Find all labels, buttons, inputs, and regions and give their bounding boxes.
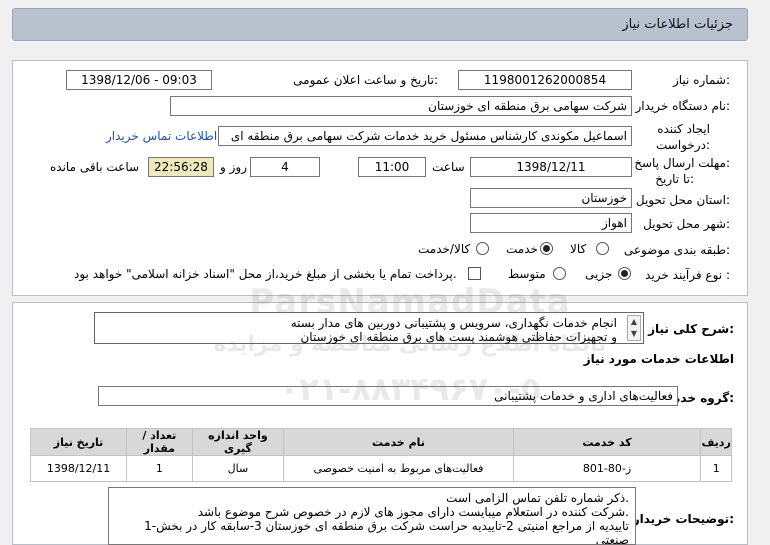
- cell-row: 1: [700, 455, 732, 482]
- page-title: جزئیات اطلاعات نیاز: [622, 17, 733, 32]
- category-service-label: خدمت: [506, 242, 538, 256]
- deadline-time-field[interactable]: 11:00: [358, 157, 426, 177]
- col-unit: واحد اندازه گیری: [191, 428, 285, 456]
- buyer-notes-label: توضیحات خریدار:: [632, 512, 734, 526]
- category-radio-service[interactable]: [540, 242, 553, 255]
- remaining-time-field[interactable]: 22:56:28: [148, 157, 214, 177]
- need-number-label: شماره نیاز:: [672, 73, 730, 87]
- category-radio-goods[interactable]: [596, 242, 609, 255]
- category-goods-label: کالا: [570, 242, 587, 256]
- service-group-field[interactable]: فعالیت‌های اداری و خدمات پشتیبانی: [98, 386, 678, 406]
- note-line-4: صنعتی: [595, 533, 629, 545]
- province-field[interactable]: خوزستان: [470, 188, 632, 208]
- summary-label: شرح کلی نیاز:: [648, 322, 734, 336]
- deadline-label-2: تا تاریخ:: [655, 172, 694, 186]
- buyer-notes-box[interactable]: ذکر شماره تلفن تماس الزامی است. شرکت کنن…: [108, 487, 636, 545]
- col-need-date: تاریخ نیاز: [29, 428, 128, 456]
- purchase-radio-minor[interactable]: [618, 267, 631, 280]
- services-table: تاریخ نیاز تعداد / مقدار واحد اندازه گیر…: [29, 428, 732, 482]
- treasury-note: پرداخت تمام یا بخشی از مبلغ خرید،از محل …: [74, 267, 457, 281]
- summary-line-2: و تجهیزات حفاظتی هوشمند پست های برق منطق…: [300, 330, 617, 344]
- cell-unit: سال: [191, 455, 285, 482]
- treasury-checkbox[interactable]: [468, 267, 481, 280]
- note-line-1: ذکر شماره تلفن تماس الزامی است.: [446, 491, 629, 505]
- cell-service-name: فعالیت‌های مربوط به امنیت خصوصی: [283, 455, 514, 482]
- summary-scrollbar[interactable]: ▲ ▼: [627, 315, 641, 341]
- purchase-medium-label: متوسط: [508, 267, 546, 281]
- province-label: استان محل تحویل:: [635, 193, 730, 207]
- note-line-2: شرکت کننده در استعلام میبایست دارای مجوز…: [197, 505, 629, 519]
- creator-label-2: درخواست:: [656, 138, 710, 152]
- deadline-label-1: مهلت ارسال پاسخ:: [634, 156, 730, 170]
- deadline-date-field[interactable]: 1398/12/11: [470, 157, 632, 177]
- col-service-name: نام خدمت: [283, 428, 514, 456]
- category-goods-service-label: کالا/خدمت: [418, 242, 471, 256]
- creator-field[interactable]: اسماعیل مکوندی کارشناس مسئول خرید خدمات …: [218, 126, 632, 146]
- city-field[interactable]: اهواز: [470, 213, 632, 233]
- col-row: ردیف: [700, 428, 732, 456]
- summary-line-1: انجام خدمات نگهداری، سرویس و پشتیبانی دو…: [290, 316, 617, 330]
- days-label: روز و: [220, 160, 247, 174]
- buyer-contact-link[interactable]: اطلاعات تماس خریدار: [106, 129, 217, 143]
- days-remaining-field[interactable]: 4: [250, 157, 320, 177]
- buyer-org-field[interactable]: شرکت سهامی برق منطقه ای خوزستان: [170, 96, 632, 116]
- purchase-minor-label: جزیی: [585, 267, 613, 281]
- note-line-3: 1-تاییدیه از مراجع امنیتی 2-تاییدیه حراس…: [144, 519, 629, 533]
- page-header: جزئیات اطلاعات نیاز: [12, 8, 748, 41]
- announce-date-label: تاریخ و ساعت اعلان عمومی:: [293, 73, 438, 87]
- category-radio-goods-service[interactable]: [476, 242, 489, 255]
- city-label: شهر محل تحویل:: [643, 217, 730, 231]
- creator-label-1: ایجاد کننده: [657, 122, 710, 136]
- category-label: طبقه بندی موضوعی:: [623, 243, 730, 257]
- col-quantity: تعداد / مقدار: [126, 428, 193, 456]
- cell-service-code: ز-80-801: [512, 455, 702, 482]
- table-header-row: تاریخ نیاز تعداد / مقدار واحد اندازه گیر…: [29, 428, 732, 456]
- cell-need-date: 1398/12/11: [29, 455, 128, 482]
- need-number-field[interactable]: 1198001262000854: [458, 70, 632, 90]
- remaining-time-label: ساعت باقی مانده: [50, 160, 140, 174]
- table-row[interactable]: 1398/12/11 1 سال فعالیت‌های مربوط به امن…: [29, 455, 732, 482]
- deadline-time-label: ساعت: [432, 160, 465, 174]
- cell-quantity: 1: [126, 455, 193, 482]
- col-service-code: کد خدمت: [512, 428, 702, 456]
- buyer-org-label: نام دستگاه خریدار:: [635, 99, 731, 113]
- announce-date-field[interactable]: 1398/12/06 - 09:03: [66, 70, 212, 90]
- purchase-type-label: نوع فرآیند خرید :: [645, 268, 730, 282]
- purchase-radio-medium[interactable]: [553, 267, 566, 280]
- services-section-title: اطلاعات خدمات مورد نیاز: [583, 352, 734, 366]
- summary-textarea[interactable]: انجام خدمات نگهداری، سرویس و پشتیبانی دو…: [94, 312, 644, 344]
